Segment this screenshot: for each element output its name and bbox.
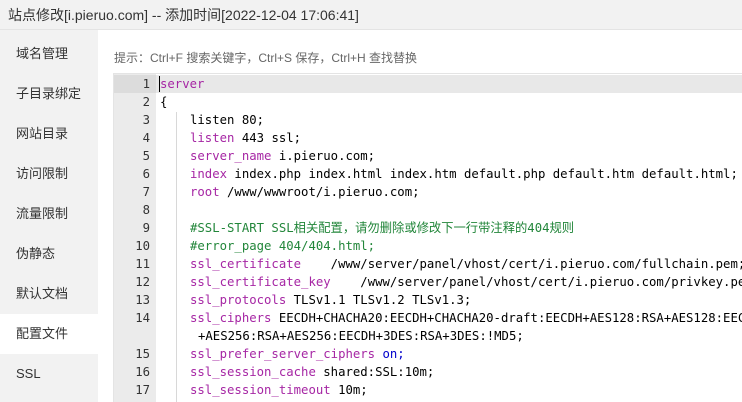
code-line: 11 ssl_certificate /www/server/panel/vhos…: [114, 255, 742, 273]
line-number: 10: [135, 239, 150, 253]
code-line: +AES256:RSA+AES256:EECDH+3DES:RSA+3DES:!…: [114, 327, 742, 345]
code-text: ssl_protocols TLSv1.1 TLSv1.2 TLSv1.3;: [190, 291, 471, 309]
sidebar-item-ssl[interactable]: SSL: [0, 354, 98, 394]
code-directive: listen: [190, 131, 235, 145]
code-value: 443 ssl;: [234, 131, 302, 145]
sidebar-item-config-file[interactable]: 配置文件: [0, 314, 98, 354]
code-text: index index.php index.html index.htm def…: [190, 165, 738, 183]
code-value: 10m;: [330, 383, 368, 397]
code-line: 8: [114, 201, 742, 219]
code-value: listen 80;: [190, 113, 265, 127]
line-number: 12: [135, 275, 150, 289]
line-number: 14: [135, 311, 150, 325]
code-text: ssl_session_timeout 10m;: [190, 381, 368, 399]
line-number: 6: [142, 167, 150, 181]
window-title-bar: 站点修改[i.pieruo.com] -- 添加时间[2022-12-04 17…: [0, 0, 742, 30]
sidebar-item-rewrite[interactable]: 伪静态: [0, 234, 98, 274]
code-directive: server: [160, 77, 205, 91]
sidebar-item-domains[interactable]: 域名管理: [0, 34, 98, 74]
code-directive: ssl_ciphers: [190, 311, 272, 325]
line-number: 7: [142, 185, 150, 199]
window-title: 站点修改[i.pieruo.com] -- 添加时间[2022-12-04 17…: [8, 7, 359, 23]
code-line: 17 ssl_session_timeout 10m;: [114, 381, 742, 399]
sidebar-item-subdir-binding[interactable]: 子目录绑定: [0, 74, 98, 114]
code-value: /www/server/panel/vhost/cert/i.pieruo.co…: [301, 257, 742, 271]
code-text: #SSL-START SSL相关配置，请勿删除或修改下一行带注释的404规则: [190, 219, 574, 237]
code-directive: ssl_certificate: [190, 257, 302, 271]
code-line: 9 #SSL-START SSL相关配置，请勿删除或修改下一行带注释的404规则: [114, 219, 742, 237]
code-directive: root: [190, 185, 220, 199]
code-text: listen 443 ssl;: [190, 129, 301, 147]
line-number: 8: [142, 203, 150, 217]
code-text: ssl_session_cache shared:SSL:10m;: [190, 363, 434, 381]
code-directive: index: [190, 167, 228, 181]
code-line: 4 listen 443 ssl;: [114, 129, 742, 147]
code-comment: #error_page 404/404.html;: [190, 239, 376, 253]
code-text: ssl_certificate /www/server/panel/vhost/…: [190, 255, 742, 273]
sidebar-item-site-directory[interactable]: 网站目录: [0, 114, 98, 154]
code-text: ssl_ciphers EECDH+CHACHA20:EECDH+CHACHA2…: [190, 309, 742, 327]
line-number: 13: [135, 293, 150, 307]
code-text: server: [160, 75, 204, 93]
sidebar-item-access-restriction[interactable]: 访问限制: [0, 154, 98, 194]
code-text: listen 80;: [190, 111, 264, 129]
code-line: 16 ssl_session_cache shared:SSL:10m;: [114, 363, 742, 381]
code-editor[interactable]: 1 server 2{3 listen 80; 4 listen 443 ssl; 5 ser…: [113, 73, 742, 402]
code-value: EECDH+CHACHA20:EECDH+CHACHA20-draft:EECD…: [271, 311, 742, 325]
code-line: 5 server_name i.pieruo.com;: [114, 147, 742, 165]
line-number: 2: [142, 95, 150, 109]
code-value: /www/wwwroot/i.pieruo.com;: [219, 185, 420, 199]
code-line: 12 ssl_certificate_key /www/server/panel/…: [114, 273, 742, 291]
code-line: 14 ssl_ciphers EECDH+CHACHA20:EECDH+CHACH…: [114, 309, 742, 327]
line-number: 5: [142, 149, 150, 163]
code-value: shared:SSL:10m;: [315, 365, 435, 379]
line-number: 9: [142, 221, 150, 235]
code-line: 15 ssl_prefer_server_ciphers on;: [114, 345, 742, 363]
code-value: TLSv1.1 TLSv1.2 TLSv1.3;: [286, 293, 472, 307]
code-directive: ssl_prefer_server_ciphers: [190, 347, 376, 361]
sidebar-item-default-document[interactable]: 默认文档: [0, 274, 98, 314]
line-number: 17: [135, 383, 150, 397]
code-value: i.pieruo.com;: [271, 149, 376, 163]
code-value: +AES256:RSA+AES256:EECDH+3DES:RSA+3DES:!…: [198, 329, 524, 343]
code-text: root /www/wwwroot/i.pieruo.com;: [190, 183, 420, 201]
line-number: 3: [142, 113, 150, 127]
line-number: 1: [142, 77, 150, 91]
code-text: ssl_certificate_key /www/server/panel/vh…: [190, 273, 742, 291]
line-number: 15: [135, 347, 150, 361]
code-directive: ssl_session_cache: [190, 365, 316, 379]
code-line: 13 ssl_protocols TLSv1.1 TLSv1.2 TLSv1.3;: [114, 291, 742, 309]
code-text: {: [160, 93, 167, 111]
code-line: 6 index index.php index.html index.htm de…: [114, 165, 742, 183]
code-value: on;: [375, 347, 405, 361]
code-line: 7 root /www/wwwroot/i.pieruo.com;: [114, 183, 742, 201]
editor-hint: 提示：Ctrl+F 搜索关键字，Ctrl+S 保存，Ctrl+H 查找替换: [114, 51, 418, 65]
code-line: 2{: [114, 93, 742, 111]
code-value: /www/server/panel/vhost/cert/i.pieruo.co…: [330, 275, 742, 289]
code-directive: ssl_protocols: [190, 293, 287, 307]
code-text: ssl_prefer_server_ciphers on;: [190, 345, 405, 363]
line-number: 16: [135, 365, 150, 379]
code-comment: #SSL-START SSL相关配置，请勿删除或修改下一行带注释的404规则: [190, 221, 575, 235]
line-number: 4: [142, 131, 150, 145]
code-line: 10 #error_page 404/404.html;: [114, 237, 742, 255]
code-line: 1 server: [114, 75, 742, 93]
code-line: 3 listen 80;: [114, 111, 742, 129]
code-value: {: [160, 95, 168, 109]
code-value: index.php index.html index.htm default.p…: [227, 167, 738, 181]
code-text: +AES256:RSA+AES256:EECDH+3DES:RSA+3DES:!…: [198, 327, 524, 345]
code-text: server_name i.pieruo.com;: [190, 147, 375, 165]
sidebar-item-traffic-limit[interactable]: 流量限制: [0, 194, 98, 234]
line-number: 11: [135, 257, 150, 271]
code-directive: server_name: [190, 149, 272, 163]
code-text: #error_page 404/404.html;: [190, 237, 375, 255]
sidebar: 域名管理 子目录绑定 网站目录 访问限制 流量限制 伪静态 默认文档 配置文件 SSL: [0, 30, 98, 402]
code-directive: ssl_session_timeout: [190, 383, 331, 397]
code-directive: ssl_certificate_key: [190, 275, 331, 289]
